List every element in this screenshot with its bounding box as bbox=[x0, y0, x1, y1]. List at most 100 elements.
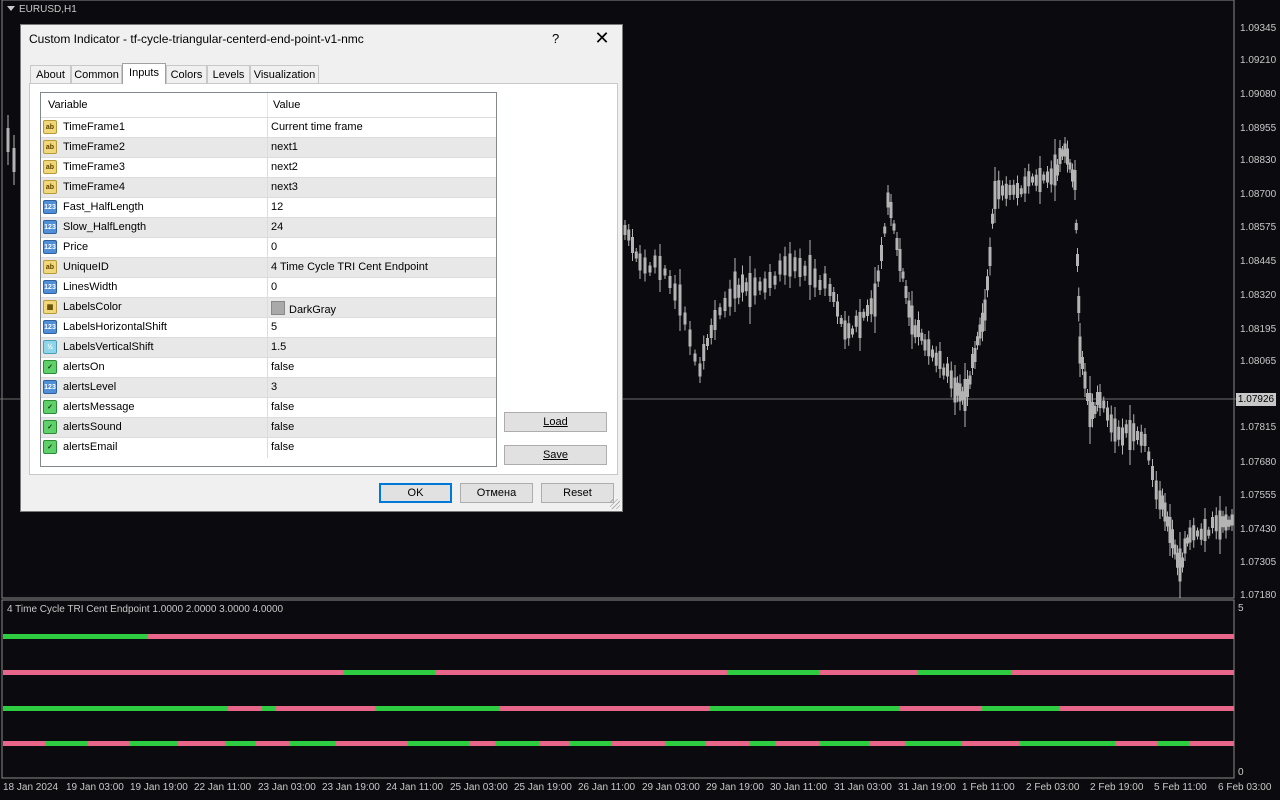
indicator-segment-4 bbox=[1020, 741, 1115, 746]
variable-value[interactable]: 1.5 bbox=[271, 341, 286, 353]
save-button[interactable]: Save bbox=[504, 445, 607, 465]
candle-body bbox=[1181, 557, 1184, 568]
candle-body bbox=[698, 363, 702, 377]
help-icon[interactable]: ? bbox=[552, 31, 559, 46]
candle-body bbox=[832, 292, 836, 302]
variable-value[interactable]: false bbox=[271, 421, 294, 433]
column-header-variable[interactable]: Variable bbox=[48, 99, 88, 111]
candle-body bbox=[1188, 527, 1192, 543]
reset-button[interactable]: Reset bbox=[541, 483, 614, 503]
candle-body bbox=[683, 312, 687, 325]
variable-value[interactable]: 4 Time Cycle TRI Cent Endpoint bbox=[271, 261, 428, 273]
variable-value[interactable]: DarkGray bbox=[271, 301, 336, 316]
tab-common[interactable]: Common bbox=[71, 65, 122, 83]
variable-value[interactable]: false bbox=[271, 361, 294, 373]
grid-row-labelscolor[interactable]: ▦ LabelsColor DarkGray bbox=[41, 297, 496, 318]
boolean-type-icon: ✓ bbox=[43, 440, 57, 454]
price-tick-label: 1.07680 bbox=[1240, 457, 1277, 468]
variable-value[interactable]: 3 bbox=[271, 381, 277, 393]
indicator-segment-3 bbox=[375, 706, 500, 711]
symbol-label: EURUSD,H1 bbox=[19, 4, 77, 15]
grid-row-fast_halflength[interactable]: 123 Fast_HalfLength 12 bbox=[41, 197, 496, 218]
variable-name: alertsSound bbox=[63, 421, 122, 433]
variable-value[interactable]: next1 bbox=[271, 141, 298, 153]
indicator-segment-4 bbox=[820, 741, 870, 746]
grid-row-slow_halflength[interactable]: 123 Slow_HalfLength 24 bbox=[41, 217, 496, 238]
grid-row-labelsverticalshift[interactable]: ½ LabelsVerticalShift 1.5 bbox=[41, 337, 496, 358]
time-tick-label: 23 Jan 03:00 bbox=[258, 782, 316, 793]
cell-divider bbox=[267, 398, 268, 418]
tab-about[interactable]: About bbox=[30, 65, 71, 83]
variable-value[interactable]: next2 bbox=[271, 161, 298, 173]
grid-row-alertslevel[interactable]: 123 alertsLevel 3 bbox=[41, 377, 496, 398]
candle-body bbox=[744, 282, 748, 292]
inputs-grid[interactable]: Variable Value ab TimeFrame1 Current time … bbox=[40, 92, 497, 467]
variable-value[interactable]: false bbox=[271, 401, 294, 413]
tab-visualization[interactable]: Visualization bbox=[250, 65, 319, 83]
grid-row-timeframe1[interactable]: ab TimeFrame1 Current time frame bbox=[41, 117, 496, 138]
grid-row-alertsemail[interactable]: ✓ alertsEmail false bbox=[41, 437, 496, 458]
indicator-segment-3 bbox=[1060, 706, 1234, 711]
column-header-value[interactable]: Value bbox=[273, 99, 300, 111]
grid-row-alertson[interactable]: ✓ alertsOn false bbox=[41, 357, 496, 378]
variable-value[interactable]: 5 bbox=[271, 321, 277, 333]
cancel-button[interactable]: Отмена bbox=[460, 483, 533, 503]
variable-value[interactable]: Current time frame bbox=[271, 121, 363, 133]
grid-row-alertssound[interactable]: ✓ alertsSound false bbox=[41, 417, 496, 438]
grid-row-lineswidth[interactable]: 123 LinesWidth 0 bbox=[41, 277, 496, 298]
tab-levels[interactable]: Levels bbox=[207, 65, 250, 83]
candle-body bbox=[808, 255, 812, 285]
ok-button[interactable]: OK bbox=[379, 483, 452, 503]
candle-body bbox=[653, 255, 657, 268]
chevron-down-icon[interactable] bbox=[7, 6, 15, 11]
variable-value[interactable]: 0 bbox=[271, 241, 277, 253]
grid-row-labelshorizontalshift[interactable]: 123 LabelsHorizontalShift 5 bbox=[41, 317, 496, 338]
tab-inputs[interactable]: Inputs bbox=[122, 63, 166, 84]
price-tick-label: 1.09080 bbox=[1240, 89, 1277, 100]
load-button[interactable]: Load bbox=[504, 412, 607, 432]
resize-grip[interactable] bbox=[610, 499, 620, 509]
candle-body bbox=[718, 307, 722, 316]
candle-body bbox=[818, 280, 822, 290]
candle-body bbox=[1049, 168, 1053, 185]
grid-row-uniqueid[interactable]: ab UniqueID 4 Time Cycle TRI Cent Endpoint bbox=[41, 257, 496, 278]
column-divider[interactable] bbox=[267, 93, 268, 117]
candle-body bbox=[783, 256, 787, 276]
time-tick-label: 1 Feb 11:00 bbox=[962, 782, 1015, 793]
variable-value[interactable]: next3 bbox=[271, 181, 298, 193]
tab-colors[interactable]: Colors bbox=[166, 65, 207, 83]
grid-row-timeframe3[interactable]: ab TimeFrame3 next2 bbox=[41, 157, 496, 178]
candle-body bbox=[1227, 519, 1231, 527]
candle-body bbox=[6, 128, 10, 152]
variable-name: UniqueID bbox=[63, 261, 109, 273]
candle-body bbox=[627, 229, 631, 241]
custom-indicator-dialog[interactable]: Custom Indicator - tf-cycle-triangular-c… bbox=[20, 24, 623, 512]
candle-body bbox=[938, 351, 942, 369]
variable-value[interactable]: 0 bbox=[271, 281, 277, 293]
indicator-segment-2 bbox=[918, 670, 1012, 675]
candle-body bbox=[1109, 414, 1113, 433]
candle-body bbox=[768, 272, 772, 288]
indicator-segment-1 bbox=[148, 634, 1234, 639]
cell-divider bbox=[267, 338, 268, 358]
cell-divider bbox=[267, 358, 268, 378]
indicator-window-frame bbox=[1, 599, 1235, 779]
grid-row-timeframe2[interactable]: ab TimeFrame2 next1 bbox=[41, 137, 496, 158]
candle-body bbox=[663, 268, 667, 276]
grid-row-timeframe4[interactable]: ab TimeFrame4 next3 bbox=[41, 177, 496, 198]
close-icon[interactable]: ✕ bbox=[592, 28, 612, 48]
variable-value[interactable]: 24 bbox=[271, 221, 283, 233]
candle-body bbox=[658, 256, 662, 280]
candle-body bbox=[843, 320, 847, 340]
indicator-segment-4 bbox=[705, 741, 750, 746]
candle-body bbox=[623, 225, 627, 235]
variable-value[interactable]: 12 bbox=[271, 201, 283, 213]
time-tick-label: 19 Jan 03:00 bbox=[66, 782, 124, 793]
price-tick-label: 1.08575 bbox=[1240, 222, 1277, 233]
grid-row-price[interactable]: 123 Price 0 bbox=[41, 237, 496, 258]
candle-body bbox=[1117, 426, 1121, 440]
grid-row-alertsmessage[interactable]: ✓ alertsMessage false bbox=[41, 397, 496, 418]
time-tick-label: 23 Jan 19:00 bbox=[322, 782, 380, 793]
variable-value[interactable]: false bbox=[271, 441, 294, 453]
candle-body bbox=[1124, 424, 1128, 434]
